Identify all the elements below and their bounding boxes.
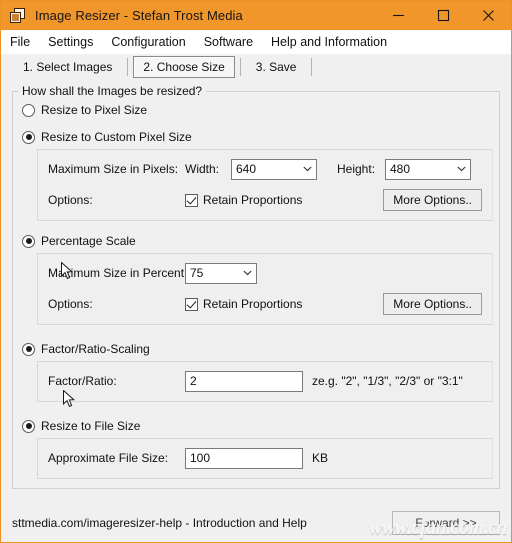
retain-proportions-checkbox[interactable] — [185, 193, 198, 207]
retain-proportions-percent[interactable]: Retain Proportions — [185, 297, 302, 311]
minimize-icon[interactable] — [376, 1, 421, 30]
approximate-file-size-value: 100 — [190, 451, 211, 465]
option-custom-pixel-size[interactable]: Resize to Custom Pixel Size — [22, 127, 499, 147]
retain-proportions-checkbox[interactable] — [185, 297, 198, 311]
maximum-size-in-percent-label: Maximum Size in Percent: — [48, 266, 188, 280]
tab-select-images[interactable]: 1. Select Images — [13, 56, 122, 78]
app-window: Image Resizer - Stefan Trost Media File … — [0, 0, 512, 543]
chevron-down-icon[interactable] — [239, 270, 256, 276]
option-percentage-scale-label: Percentage Scale — [41, 234, 136, 248]
close-icon[interactable] — [466, 1, 511, 30]
more-options-button-percent[interactable]: More Options.. — [383, 293, 482, 315]
resize-options-group: How shall the Images be resized? Resize … — [12, 84, 500, 489]
maximum-size-in-pixels-label: Maximum Size in Pixels: — [48, 162, 179, 176]
height-value: 480 — [390, 162, 411, 176]
window-title: Image Resizer - Stefan Trost Media — [35, 8, 243, 23]
custom-pixel-size-options-row: Options: Retain Proportions More Options… — [48, 189, 482, 211]
option-resize-to-file-size[interactable]: Resize to File Size — [22, 416, 499, 436]
radio-custom-pixel-size[interactable] — [22, 130, 35, 144]
factor-ratio-hint: ze.g. "2", "1/3", "2/3" or "3:1" — [312, 374, 463, 388]
file-size-unit-label: KB — [312, 451, 329, 465]
menu-item-file[interactable]: File — [10, 35, 39, 49]
factor-ratio-label: Factor/Ratio: — [48, 374, 117, 388]
menu-item-help-and-information[interactable]: Help and Information — [271, 35, 396, 49]
option-pixel-size-label: Resize to Pixel Size — [41, 103, 148, 117]
factor-ratio-panel: Factor/Ratio: 2 ze.g. "2", "1/3", "2/3" … — [37, 361, 493, 402]
width-value: 640 — [236, 162, 257, 176]
menu-item-settings[interactable]: Settings — [48, 35, 102, 49]
file-size-panel: Approximate File Size: 100 KB — [37, 438, 493, 479]
status-bar: sttmedia.com/imageresizer-help - Introdu… — [1, 504, 511, 542]
factor-ratio-input[interactable]: 2 — [185, 370, 303, 392]
more-options-button-pixel[interactable]: More Options.. — [383, 189, 482, 211]
tab-strip: 1. Select Images 2. Choose Size 3. Save — [1, 54, 511, 80]
width-label: Width: — [185, 162, 220, 176]
percentage-scale-panel: Maximum Size in Percent: 75 Options: Ret… — [37, 253, 493, 325]
menu-item-configuration[interactable]: Configuration — [111, 35, 194, 49]
width-combobox[interactable]: 640 — [231, 158, 317, 180]
option-resize-to-file-size-label: Resize to File Size — [41, 419, 141, 433]
radio-percentage-scale[interactable] — [22, 234, 35, 248]
approximate-file-size-input[interactable]: 100 — [185, 447, 303, 469]
custom-pixel-size-dimensions-row: Maximum Size in Pixels: Width: 640 Heigh… — [48, 158, 482, 180]
options-label: Options: — [48, 193, 93, 207]
window-controls — [376, 1, 511, 30]
option-pixel-size[interactable]: Resize to Pixel Size — [22, 100, 499, 120]
tab-separator — [239, 58, 241, 76]
menu-bar: File Settings Configuration Software Hel… — [1, 30, 511, 54]
menu-item-software[interactable]: Software — [204, 35, 262, 49]
percent-combobox[interactable]: 75 — [185, 262, 257, 284]
approximate-file-size-row: Approximate File Size: 100 KB — [48, 447, 482, 469]
radio-resize-to-file-size[interactable] — [22, 419, 35, 433]
radio-pixel-size[interactable] — [22, 103, 35, 117]
tab-separator — [311, 58, 313, 76]
tab-choose-size[interactable]: 2. Choose Size — [133, 56, 235, 78]
retain-proportions-label: Retain Proportions — [203, 297, 303, 311]
radio-factor-ratio-scaling[interactable] — [22, 342, 35, 356]
resize-options-group-title: How shall the Images be resized? — [22, 84, 203, 98]
percentage-options-row: Options: Retain Proportions More Options… — [48, 293, 482, 315]
maximize-icon[interactable] — [421, 1, 466, 30]
tab-separator — [127, 58, 129, 76]
forward-button[interactable]: Forward >> — [392, 511, 500, 535]
main-content: How shall the Images be resized? Resize … — [1, 80, 511, 504]
chevron-down-icon[interactable] — [453, 166, 470, 172]
image-stack-icon — [10, 7, 26, 24]
option-factor-ratio-scaling[interactable]: Factor/Ratio-Scaling — [22, 339, 499, 359]
option-factor-ratio-scaling-label: Factor/Ratio-Scaling — [41, 342, 150, 356]
retain-proportions-pixel[interactable]: Retain Proportions — [185, 193, 302, 207]
factor-ratio-row: Factor/Ratio: 2 ze.g. "2", "1/3", "2/3" … — [48, 370, 482, 392]
percentage-value-row: Maximum Size in Percent: 75 — [48, 262, 482, 284]
tab-save[interactable]: 3. Save — [246, 56, 307, 78]
option-custom-pixel-size-label: Resize to Custom Pixel Size — [41, 130, 192, 144]
options-label: Options: — [48, 297, 93, 311]
percent-value: 75 — [190, 266, 204, 280]
custom-pixel-size-panel: Maximum Size in Pixels: Width: 640 Heigh… — [37, 149, 493, 221]
help-link[interactable]: sttmedia.com/imageresizer-help - Introdu… — [12, 516, 392, 530]
height-combobox[interactable]: 480 — [385, 158, 471, 180]
option-percentage-scale[interactable]: Percentage Scale — [22, 231, 499, 251]
retain-proportions-label: Retain Proportions — [203, 193, 303, 207]
factor-ratio-value: 2 — [190, 374, 197, 388]
approximate-file-size-label: Approximate File Size: — [48, 451, 169, 465]
height-label: Height: — [337, 162, 376, 176]
chevron-down-icon[interactable] — [299, 166, 316, 172]
title-bar: Image Resizer - Stefan Trost Media — [1, 1, 511, 30]
